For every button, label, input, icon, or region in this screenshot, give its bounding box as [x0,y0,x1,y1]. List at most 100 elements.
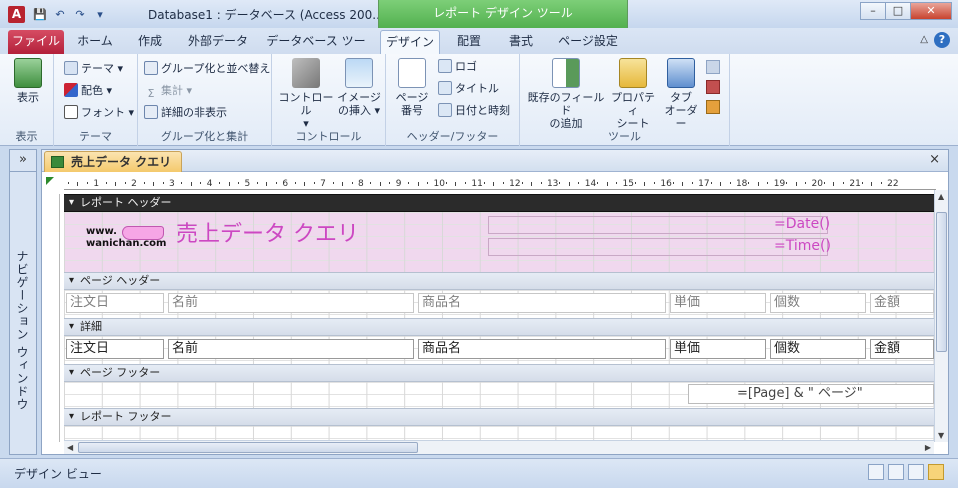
section-detail[interactable]: 注文日 名前 商品名 単価 個数 金額 [64,336,934,364]
label-unit-price[interactable]: 単価 [670,293,766,313]
section-bar-page-footer[interactable]: ページ フッター [64,364,934,382]
scroll-down-icon[interactable]: ▼ [938,431,944,440]
tab-design[interactable]: デザイン [380,30,440,54]
horizontal-scrollbar[interactable]: ◀ ▶ [64,440,934,454]
field-order-date[interactable]: 注文日 [66,339,164,359]
fonts-button[interactable]: フォント ▾ [64,104,134,122]
document-close-icon[interactable]: × [929,152,940,167]
ruler-tick-dot [842,182,844,184]
view-button[interactable]: 表示 [8,58,48,104]
field-unit-price[interactable]: 単価 [670,339,766,359]
design-view-icon[interactable] [928,464,944,480]
image-icon [345,58,373,88]
undo-icon[interactable]: ↶ [52,7,68,23]
layout-view-icon[interactable] [908,464,924,480]
document-tab-sales-query[interactable]: 売上データ クエリ [44,151,183,172]
page-number-textbox[interactable]: =[Page] & " ページ" [688,384,934,404]
label-amount[interactable]: 金額 [870,293,934,313]
insert-image-button[interactable]: イメージ の挿入 ▾ [336,58,382,117]
report-selector[interactable] [44,176,62,190]
logo-image[interactable]: www. wanichan.com [84,222,172,252]
scroll-up-icon[interactable]: ▲ [938,192,944,201]
ruler-tick-dot [190,182,192,186]
totals-button[interactable]: Σ 集計 ▾ [144,82,193,100]
theme-button[interactable]: テーマ ▾ [64,60,123,78]
add-existing-fields-button[interactable]: 既存のフィールド の追加 [526,58,606,130]
nav-pane-label[interactable]: ナビゲーション ウィンドウ [14,250,31,411]
date-time-button[interactable]: 日付と時刻 [438,102,510,120]
vertical-scrollbar[interactable]: ▲ ▼ [934,190,948,442]
save-icon[interactable]: 💾 [32,7,48,23]
report-view-icon[interactable] [868,464,884,480]
ruler-tick-dot [653,182,655,184]
ribbon-collapse-icon[interactable]: △ [920,34,928,45]
logo-label: ロゴ [455,60,477,73]
hide-details-button[interactable]: 詳細の非表示 [144,104,227,122]
view-code-icon[interactable] [706,60,720,74]
label-quantity[interactable]: 個数 [770,293,866,313]
controls-button[interactable]: コントロール ▾ [276,58,336,130]
help-icon[interactable]: ? [934,32,950,48]
print-preview-icon[interactable] [888,464,904,480]
minimize-button[interactable]: – [860,2,886,20]
group-label-view: 表示 [15,130,38,143]
status-view-name: デザイン ビュー [14,467,102,481]
page-number-icon [398,58,426,88]
nav-expand-icon[interactable]: » [10,150,36,172]
vertical-scroll-thumb[interactable] [936,212,947,352]
scroll-right-icon[interactable]: ▶ [925,443,931,452]
redo-icon[interactable]: ↷ [72,7,88,23]
tab-file[interactable]: ファイル [8,30,64,54]
page-number-label-1: ページ [395,91,429,104]
tab-create[interactable]: 作成 [128,30,172,54]
tab-external-data[interactable]: 外部データ [182,30,254,54]
scroll-left-icon[interactable]: ◀ [67,443,73,452]
logo-button[interactable]: ロゴ [438,58,477,76]
tab-arrange[interactable]: 配置 [448,30,490,54]
qat-more-icon[interactable]: ▾ [92,7,108,23]
field-quantity[interactable]: 個数 [770,339,866,359]
section-bar-page-header[interactable]: ページ ヘッダー [64,272,934,290]
section-report-header[interactable]: www. wanichan.com 売上データ クエリ =Date() =Tim… [64,212,934,272]
label-order-date[interactable]: 注文日 [66,293,164,313]
view-icon [14,58,42,88]
access-app-icon[interactable]: A [8,6,25,23]
report-title-label[interactable]: 売上データ クエリ [176,216,359,248]
tab-format[interactable]: 書式 [500,30,542,54]
convert-macros-icon[interactable] [706,80,720,94]
ruler-tick-dot [417,182,419,186]
vertical-ruler[interactable] [44,194,60,442]
maximize-button[interactable]: □ [885,2,911,20]
section-page-footer[interactable]: =[Page] & " ページ" [64,382,934,408]
horizontal-ruler[interactable]: 1 2 3 4 5 6 7 8 9 10 11 12 13 14 15 16 17 18 19 20 21 22 [64,176,936,190]
field-amount[interactable]: 金額 [870,339,934,359]
field-name[interactable]: 名前 [168,339,414,359]
tab-page-setup[interactable]: ページ設定 [552,30,624,54]
ruler-tick-dot [502,182,504,184]
section-page-header[interactable]: 注文日 名前 商品名 単価 個数 金額 [64,290,934,318]
tab-order-button[interactable]: タブ オーダー [660,58,702,130]
group-sort-button[interactable]: グループ化と並べ替え [144,60,270,78]
ruler-tick-label: 12 [509,179,521,189]
label-product-name[interactable]: 商品名 [418,293,666,313]
subform-icon[interactable] [706,100,720,114]
colors-button[interactable]: 配色 ▾ [64,82,112,100]
label-name[interactable]: 名前 [168,293,414,313]
quick-access-toolbar: 💾 ↶ ↷ ▾ [32,6,108,23]
section-bar-report-footer[interactable]: レポート フッター [64,408,934,426]
navigation-pane[interactable]: » ナビゲーション ウィンドウ [9,149,37,455]
tab-order-icon [667,58,695,88]
property-sheet-button[interactable]: プロパティ シート [608,58,658,130]
field-product-name[interactable]: 商品名 [418,339,666,359]
ruler-tick-dot [597,182,599,184]
close-button[interactable]: ✕ [910,2,952,20]
page-number-button[interactable]: ページ 番号 [392,58,432,117]
date-expression: =Date() [774,216,831,232]
horizontal-scroll-thumb[interactable] [78,442,418,453]
section-bar-report-header[interactable]: レポート ヘッダー [64,194,934,212]
tab-database-tools[interactable]: データベース ツール [262,30,370,70]
ruler-tick-dot [342,182,344,186]
section-bar-detail[interactable]: 詳細 [64,318,934,336]
tab-home[interactable]: ホーム [72,30,118,54]
title-button[interactable]: タイトル [438,80,499,98]
